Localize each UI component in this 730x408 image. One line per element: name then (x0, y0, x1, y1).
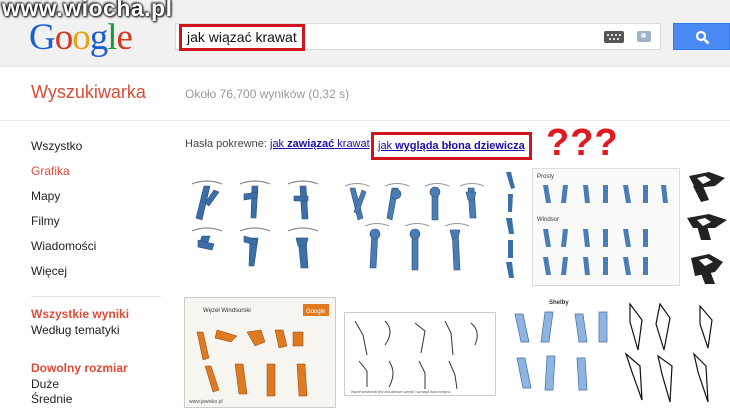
logo-letter-o2: o (72, 17, 90, 58)
related-link-2[interactable]: jak wygląda błona dziewicza (371, 132, 532, 160)
magnifier-icon (695, 30, 710, 45)
tie-diagram-image (624, 302, 713, 403)
thumb6-title: Węzeł Windsorski (203, 308, 251, 314)
header-divider (0, 120, 730, 121)
tie-diagram-image (506, 172, 515, 278)
size-large-filter[interactable]: Duże (31, 377, 59, 391)
thumb6-logo: Google (306, 309, 326, 315)
tie-diagram-image: Węzeł Windsorski Google www.jawisko.pl (185, 298, 335, 407)
image-result-9[interactable] (620, 300, 730, 406)
thumb6-footer: www.jawisko.pl (189, 399, 223, 405)
keyboard-icon[interactable] (604, 31, 624, 43)
tie-diagram-image (344, 183, 485, 271)
size-filter[interactable]: Dowolny rozmiar (31, 361, 128, 375)
logo-letter-g: G (29, 17, 56, 58)
tie-diagram-image: Shelby (514, 300, 608, 391)
image-result-6[interactable]: Węzeł Windsorski Google www.jawisko.pl (184, 297, 336, 408)
tie-diagram-image (191, 180, 319, 269)
image-result-4[interactable]: Prosty Windsor (532, 168, 680, 286)
image-result-8[interactable]: Shelby (505, 296, 615, 406)
tie-diagram-image: Prosty Windsor (533, 169, 679, 285)
thumb4-label-prosty: Prosty (537, 174, 554, 180)
image-result-5[interactable] (683, 168, 730, 286)
related-searches: Hasła pokrewne: jak zawiązać krawat (185, 138, 370, 150)
thumb8-title: Shelby (549, 300, 569, 306)
image-result-7[interactable]: Węzeł windsorski jest stosunkowo szeroki… (344, 312, 496, 396)
logo-letter-e: e (116, 17, 133, 58)
size-medium-filter[interactable]: Średnie (31, 392, 72, 406)
tie-diagram-image (687, 172, 727, 284)
google-logo[interactable]: Google (29, 17, 133, 58)
sidebar-item-wszystko[interactable]: Wszystko (31, 139, 82, 153)
sidebar-item-filmy[interactable]: Filmy (31, 214, 60, 228)
sidebar-item-mapy[interactable]: Mapy (31, 189, 60, 203)
image-result-1[interactable] (184, 176, 330, 271)
search-button[interactable] (673, 23, 730, 50)
image-result-3[interactable] (500, 168, 524, 282)
all-results-filter[interactable]: Wszystkie wyniki (31, 307, 129, 321)
sidebar-item-wiadomosci[interactable]: Wiadomości (31, 239, 96, 253)
search-query-text[interactable]: jak wiązać krawat (179, 24, 305, 51)
result-stats: Około 76,700 wyników (0,32 s) (185, 87, 350, 101)
logo-letter-g2: g (89, 17, 108, 58)
image-result-2[interactable] (340, 178, 490, 273)
thumb4-label-windsor: Windsor (537, 217, 559, 223)
tie-diagram-image: Węzeł windsorski jest stosunkowo szeroki… (351, 320, 478, 394)
logo-letter-l: l (107, 17, 117, 58)
by-topic-filter[interactable]: Według tematyki (31, 323, 119, 337)
thumb7-caption: Węzeł windsorski jest stosunkowo szeroki… (351, 390, 451, 394)
sidebar-item-wiecej[interactable]: Więcej (31, 264, 67, 278)
sidebar-item-grafika[interactable]: Grafika (31, 164, 70, 178)
sidebar-divider (31, 296, 161, 297)
related-link-1[interactable]: jak zawiązać krawat (270, 138, 370, 150)
related-label: Hasła pokrewne: (185, 138, 267, 150)
logo-letter-o1: o (54, 17, 73, 58)
section-title: Wyszukiwarka (31, 82, 146, 102)
question-marks-annotation: ??? (546, 122, 619, 164)
camera-icon[interactable] (637, 31, 651, 42)
